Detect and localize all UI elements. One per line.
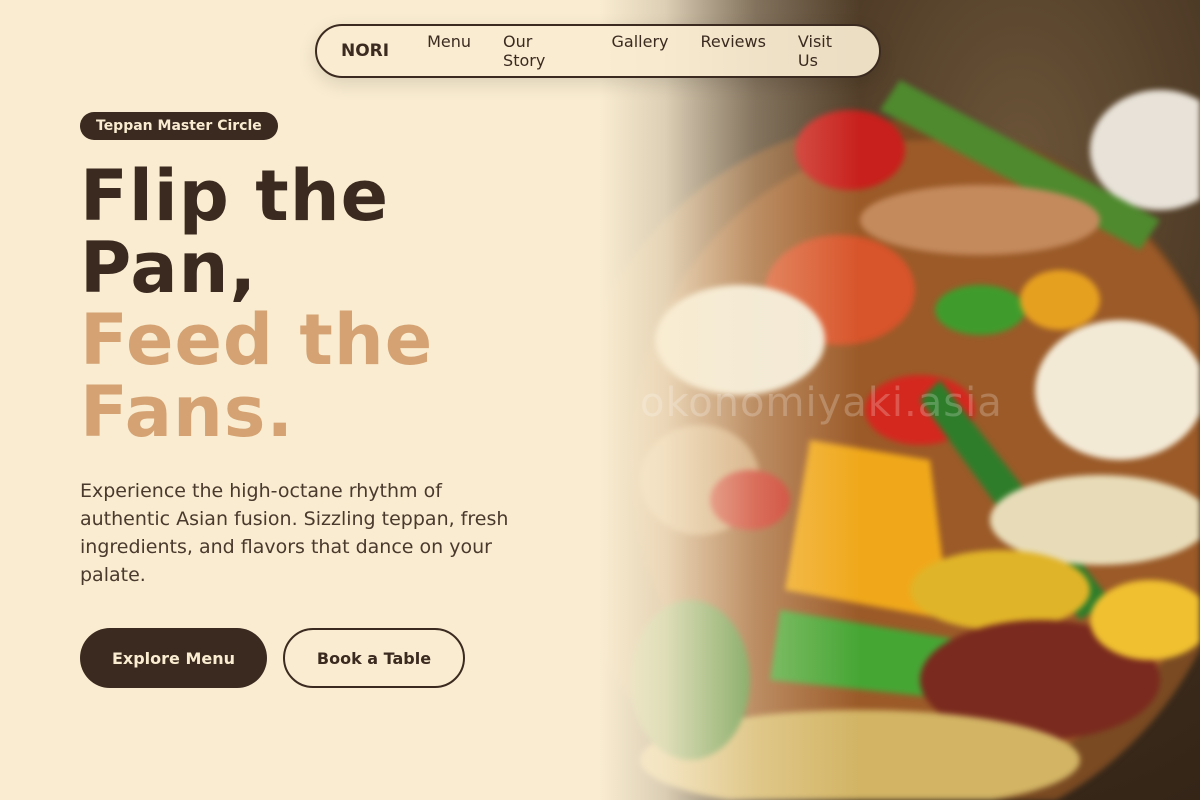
- book-table-button[interactable]: Book a Table: [283, 628, 465, 688]
- nav-link-visit-us[interactable]: Visit Us: [798, 32, 857, 70]
- headline-line-1: Flip the: [80, 155, 390, 237]
- image-watermark: okonomiyaki.asia: [640, 380, 1003, 426]
- explore-menu-button[interactable]: Explore Menu: [80, 628, 267, 688]
- headline-line-2: Pan,: [80, 227, 258, 309]
- top-navigation: NORI Menu Our Story Gallery Reviews Visi…: [315, 24, 881, 78]
- hero-headline: Flip the Pan, Feed the Fans.: [80, 160, 600, 448]
- headline-line-3: Feed the: [80, 299, 434, 381]
- nav-link-reviews[interactable]: Reviews: [701, 32, 766, 70]
- nav-link-our-story[interactable]: Our Story: [503, 32, 579, 70]
- headline-line-4: Fans.: [80, 371, 295, 453]
- hero-description: Experience the high-octane rhythm of aut…: [80, 480, 509, 586]
- nav-link-gallery[interactable]: Gallery: [612, 32, 669, 70]
- hero-badge: Teppan Master Circle: [80, 112, 278, 140]
- nav-links: Menu Our Story Gallery Reviews Visit Us: [427, 32, 857, 70]
- brand-logo[interactable]: NORI: [341, 41, 389, 61]
- nav-link-menu[interactable]: Menu: [427, 32, 471, 70]
